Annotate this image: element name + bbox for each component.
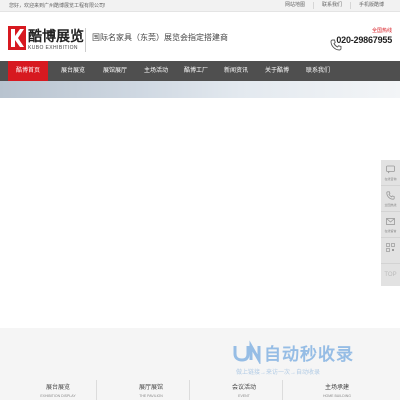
contact-link[interactable]: 联系我们 bbox=[312, 2, 350, 9]
footer-link-label: 展厅展馆 bbox=[138, 385, 163, 391]
header-slogan: 国际名家具（东莞）展览会指定搭建商 bbox=[92, 33, 228, 42]
logo-title[interactable]: 酷博展览 bbox=[28, 26, 84, 46]
sitemap-link[interactable]: 网站地图 bbox=[277, 2, 313, 9]
back-to-top-button[interactable]: TOP bbox=[381, 264, 400, 286]
footer-link-label: 会议活动 bbox=[231, 385, 256, 391]
footer-link-label: 主场承建 bbox=[324, 385, 349, 391]
message-icon bbox=[386, 218, 395, 225]
header-divider bbox=[85, 28, 86, 52]
nav-item-about[interactable]: 关于酷博 bbox=[257, 61, 297, 81]
hotline-number: 020-29867955 bbox=[336, 35, 392, 45]
footer-link-pavilion[interactable]: 展厅展馆 THE PAVILION bbox=[121, 382, 181, 398]
sidebar-consult[interactable]: 在线咨询 bbox=[381, 160, 400, 186]
footer-divider bbox=[96, 380, 97, 400]
phone-icon bbox=[386, 191, 395, 200]
footer-link-sublabel: THE PAVILION bbox=[139, 394, 163, 398]
logo-icon[interactable] bbox=[8, 26, 26, 50]
footer-link-sublabel: EVENT bbox=[238, 394, 250, 398]
nav-item-news[interactable]: 新闻资讯 bbox=[216, 61, 256, 81]
sidebar-message[interactable]: 在线留言 bbox=[381, 212, 400, 238]
logo-subtitle: KUBO EXHIBITION bbox=[28, 45, 78, 51]
watermark-text: 自动秒收录 bbox=[264, 345, 354, 364]
footer-link-sublabel: HOME BUILDING bbox=[322, 394, 351, 398]
sidebar-hotline[interactable]: 全国热线 bbox=[381, 186, 400, 212]
hotline-block: 全国热线 020-29867955 bbox=[330, 27, 392, 57]
nav-item-factory[interactable]: 酷博工厂 bbox=[176, 61, 216, 81]
nav-item-events[interactable]: 主场活动 bbox=[136, 61, 176, 81]
nav-item-booth[interactable]: 展台展览 bbox=[53, 61, 93, 81]
watermark: 自动秒收录 做上链接→来访一次→自动收录 bbox=[232, 336, 382, 380]
float-sidebar: 在线咨询 全国热线 在线留言 TOP bbox=[381, 160, 400, 286]
top-links: 网站地图 联系我们 手机版酷博 bbox=[277, 2, 392, 9]
sidebar-consult-label: 在线咨询 bbox=[384, 177, 397, 181]
footer-divider bbox=[189, 380, 190, 400]
nav-item-home[interactable]: 酷博首页 bbox=[8, 61, 48, 81]
nav-item-contact[interactable]: 联系我们 bbox=[298, 61, 338, 81]
top-bar: 您好，欢迎来到广州酷博展览工程有限公司! 网站地图 联系我们 手机版酷博 bbox=[0, 0, 400, 12]
footer-link-home-building[interactable]: 主场承建 HOME BUILDING bbox=[307, 382, 367, 398]
sidebar-qrcode[interactable] bbox=[381, 238, 400, 264]
chat-icon bbox=[386, 165, 395, 174]
sidebar-hotline-label: 全国热线 bbox=[384, 203, 397, 207]
footer-link-sublabel: EXHIBITION DISPLAY bbox=[40, 394, 76, 398]
mobile-site-link[interactable]: 手机版酷博 bbox=[349, 2, 392, 9]
welcome-text: 您好，欢迎来到广州酷博展览工程有限公司! bbox=[9, 3, 106, 9]
qrcode-icon bbox=[386, 243, 395, 252]
main-nav: 酷博首页 展台展览 展馆展厅 主场活动 酷博工厂 新闻资讯 关于酷博 联系我们 bbox=[0, 61, 400, 81]
hero-banner[interactable] bbox=[0, 81, 400, 98]
footer-divider bbox=[282, 380, 283, 400]
sidebar-message-label: 在线留言 bbox=[384, 229, 397, 233]
watermark-logo-icon bbox=[233, 340, 261, 364]
watermark-subtext: 做上链接→来访一次→自动收录 bbox=[236, 370, 321, 376]
footer-link-booth[interactable]: 展台展览 EXHIBITION DISPLAY bbox=[28, 382, 88, 398]
hotline-label: 全国热线 bbox=[371, 28, 392, 34]
site-header: 酷博展览 KUBO EXHIBITION 国际名家具（东莞）展览会指定搭建商 全… bbox=[0, 12, 400, 60]
nav-item-pavilion[interactable]: 展馆展厅 bbox=[95, 61, 135, 81]
footer-link-label: 展台展览 bbox=[45, 385, 70, 391]
footer-link-events[interactable]: 会议活动 EVENT bbox=[214, 382, 274, 398]
